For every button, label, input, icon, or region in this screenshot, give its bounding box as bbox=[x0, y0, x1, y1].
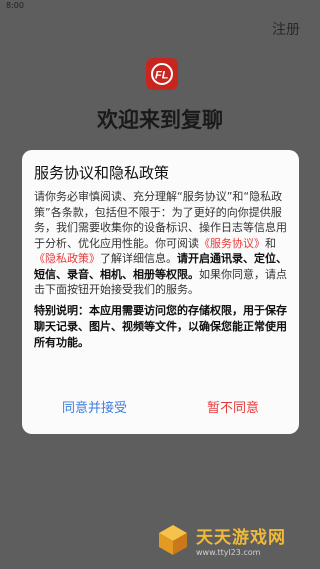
watermark-url: www.ttyl23.com bbox=[196, 548, 261, 557]
dialog-body: 请你务必审慎阅读、充分理解“服务协议”和“隐私政策”各条款，包括但不限于：为了更… bbox=[34, 189, 287, 298]
privacy-policy-link[interactable]: 《隐私政策》 bbox=[34, 252, 100, 265]
register-link[interactable]: 注册 bbox=[272, 19, 300, 39]
dialog-title: 服务协议和隐私政策 bbox=[34, 164, 170, 182]
dialog-text-details: 了解详细信息。 bbox=[100, 252, 177, 265]
watermark: 天天游戏网 www.ttyl23.com bbox=[156, 519, 318, 561]
app-logo-icon: FL bbox=[151, 63, 173, 85]
welcome-title: 欢迎来到复聊 bbox=[97, 108, 223, 132]
svg-text:FL: FL bbox=[155, 70, 169, 82]
watermark-cube-icon bbox=[159, 525, 187, 555]
status-bar: 8:00 bbox=[0, 0, 320, 12]
watermark-title: 天天游戏网 bbox=[196, 528, 286, 548]
special-notice: 特别说明：本应用需要访问您的存储权限，用于保存聊天记录、图片、视频等文件，以确保… bbox=[34, 303, 287, 349]
status-time: 8:00 bbox=[6, 1, 24, 10]
app-logo: FL bbox=[146, 58, 178, 90]
accept-button[interactable]: 同意并接受 bbox=[62, 397, 127, 416]
decline-button[interactable]: 暂不同意 bbox=[207, 397, 259, 416]
dialog-text-and: 和 bbox=[265, 236, 276, 250]
service-agreement-link[interactable]: 《服务协议》 bbox=[199, 237, 265, 250]
dialog-actions: 同意并接受 暂不同意 bbox=[22, 397, 299, 416]
privacy-dialog: 服务协议和隐私政策 请你务必审慎阅读、充分理解“服务协议”和“隐私政策”各条款，… bbox=[22, 150, 299, 434]
